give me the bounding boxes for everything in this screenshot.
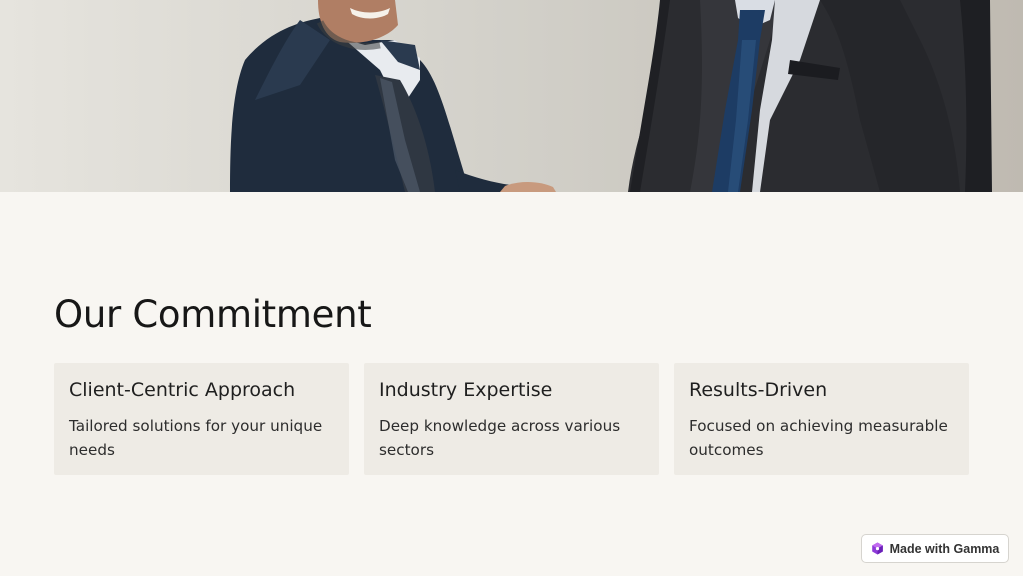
card-description: Deep knowledge across various sectors	[379, 417, 621, 459]
card-results-driven: Results-Driven Focused on achieving meas…	[674, 363, 969, 475]
card-client-centric: Client-Centric Approach Tailored solutio…	[54, 363, 349, 475]
hero-image	[0, 0, 1023, 192]
card-description: Tailored solutions for your unique needs	[69, 417, 323, 459]
card-title: Industry Expertise	[379, 379, 553, 401]
gamma-logo-icon	[871, 542, 884, 555]
commitment-cards: Client-Centric Approach Tailored solutio…	[54, 363, 969, 475]
right-businessman	[628, 0, 992, 192]
card-description: Focused on achieving measurable outcomes	[689, 417, 948, 459]
made-with-gamma-button[interactable]: Made with Gamma	[861, 534, 1009, 563]
card-title: Results-Driven	[689, 379, 828, 401]
card-title: Client-Centric Approach	[69, 379, 296, 401]
handshake-photo	[0, 0, 1023, 192]
card-industry-expertise: Industry Expertise Deep knowledge across…	[364, 363, 659, 475]
section-title: Our Commitment	[54, 293, 372, 336]
badge-label: Made with Gamma	[889, 541, 1000, 556]
